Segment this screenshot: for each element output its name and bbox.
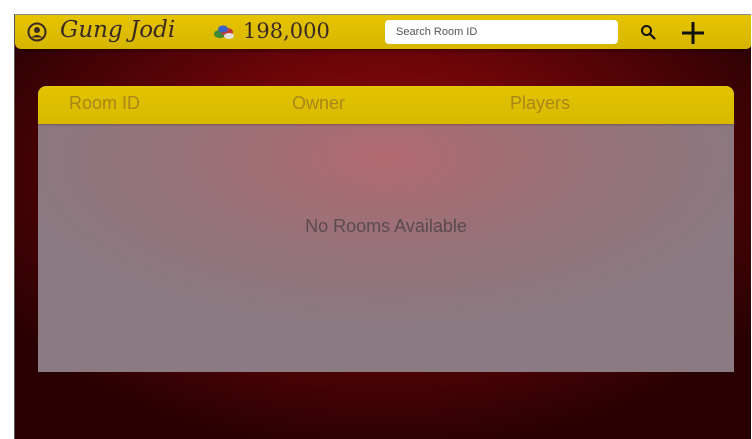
user-circle-icon[interactable] [27, 22, 47, 42]
search-room-input[interactable] [385, 20, 618, 44]
search-icon[interactable] [640, 24, 656, 40]
plus-icon[interactable] [680, 20, 706, 46]
coins-icon [213, 23, 235, 41]
room-list-panel: Room ID Owner Players No Rooms Available [38, 86, 734, 372]
coin-balance: 198,000 [243, 19, 330, 43]
column-header-room-id: Room ID [69, 93, 141, 113]
username-label: Gung Jodi [60, 17, 176, 43]
game-screen: Gung Jodi 198,000 Room ID [14, 14, 751, 439]
empty-state-message: No Rooms Available [305, 216, 467, 236]
top-bar: Gung Jodi 198,000 [15, 15, 751, 49]
column-header-players: Players [510, 93, 571, 113]
column-header-owner: Owner [292, 93, 346, 113]
room-list-header: Room ID Owner Players [38, 86, 734, 124]
